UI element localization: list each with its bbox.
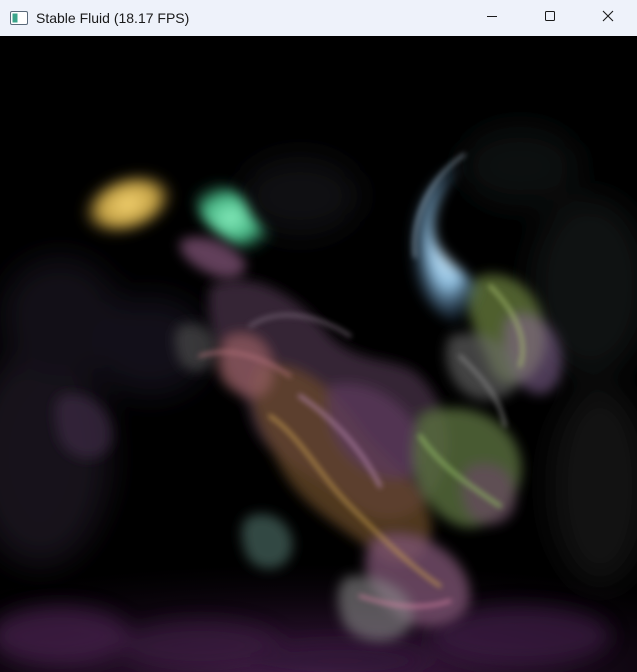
title-bar[interactable]: Stable Fluid (18.17 FPS) [0,0,637,36]
fluid-canvas[interactable] [0,36,637,672]
window-controls [463,0,637,36]
close-button[interactable] [579,0,637,36]
window-app-icon [10,11,28,25]
minimize-icon [486,9,498,27]
fluid-visualization [0,36,637,672]
maximize-icon [544,9,556,27]
maximize-button[interactable] [521,0,579,36]
close-icon [602,9,614,27]
window-title: Stable Fluid (18.17 FPS) [36,10,190,26]
minimize-button[interactable] [463,0,521,36]
app-window: Stable Fluid (18.17 FPS) [0,0,637,672]
